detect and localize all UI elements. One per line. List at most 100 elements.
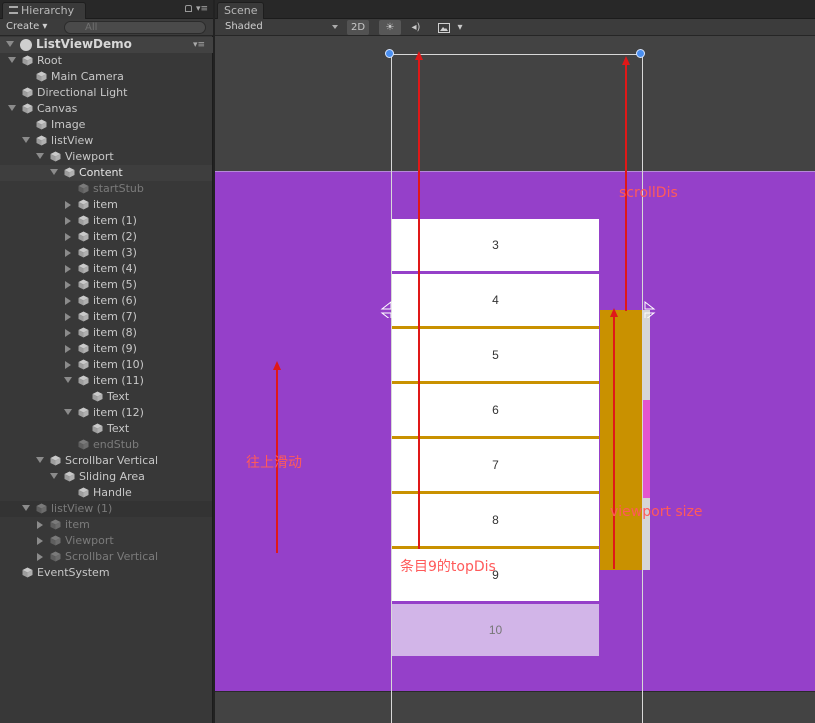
hierarchy-row[interactable]: listView (0, 133, 212, 149)
chevron-down-icon[interactable] (8, 57, 16, 63)
chevron-right-icon[interactable] (37, 521, 43, 529)
hierarchy-row[interactable]: item (0, 517, 212, 533)
chevron-down-icon[interactable] (64, 377, 72, 383)
gameobject-cube-icon (78, 279, 89, 290)
hierarchy-row[interactable]: item (4) (0, 261, 212, 277)
hierarchy-row-label: item (11) (93, 374, 144, 387)
chevron-right-icon[interactable] (65, 345, 71, 353)
anchor-right-icon[interactable] (643, 300, 657, 318)
hierarchy-row[interactable]: item (5) (0, 277, 212, 293)
chevron-right-icon[interactable] (65, 361, 71, 369)
chevron-down-icon[interactable] (36, 457, 44, 463)
hierarchy-row[interactable]: Image (0, 117, 212, 133)
scene-viewport[interactable]: 3 4 5 6 7 8 9 10 scrollDis 往上滑动 viewport… (215, 37, 815, 723)
chevron-down-icon[interactable] (8, 105, 16, 111)
chevron-down-icon[interactable]: ▾ (455, 20, 465, 35)
hierarchy-row-label: item (8) (93, 326, 137, 339)
chevron-down-icon[interactable] (50, 473, 58, 479)
hierarchy-row[interactable]: Text (0, 421, 212, 437)
audio-icon[interactable]: ◂) (406, 20, 426, 35)
chevron-right-icon[interactable] (65, 313, 71, 321)
hierarchy-row[interactable]: Main Camera (0, 69, 212, 85)
hierarchy-row[interactable]: Canvas (0, 101, 212, 117)
viewport-area (600, 310, 642, 570)
gameobject-cube-icon (78, 359, 89, 370)
hierarchy-row[interactable]: item (2) (0, 229, 212, 245)
hierarchy-row-label: Viewport (65, 150, 114, 163)
hierarchy-row-label: item (1) (93, 214, 137, 227)
hierarchy-row-label: Main Camera (51, 70, 124, 83)
hierarchy-row-label: Directional Light (37, 86, 128, 99)
scrollbar-vertical[interactable] (600, 310, 650, 570)
hierarchy-row[interactable]: Text (0, 389, 212, 405)
chevron-down-icon[interactable] (22, 505, 30, 511)
hierarchy-row[interactable]: Directional Light (0, 85, 212, 101)
hierarchy-row[interactable]: endStub (0, 437, 212, 453)
tab-hierarchy[interactable]: Hierarchy (2, 2, 86, 19)
hierarchy-row[interactable]: Handle (0, 485, 212, 501)
hierarchy-row-label: item (6) (93, 294, 137, 307)
gameobject-cube-icon (78, 375, 89, 386)
hierarchy-search-input[interactable]: All (64, 21, 206, 34)
hierarchy-row[interactable]: Content (0, 165, 212, 181)
canvas-bottom-strip (215, 691, 815, 723)
hierarchy-row-label: listView (1) (51, 502, 113, 515)
scene-root-row[interactable]: ListViewDemo ▾≡ (0, 37, 213, 53)
hierarchy-row[interactable]: item (9) (0, 341, 212, 357)
list-item: 6 (392, 384, 599, 436)
hierarchy-row[interactable]: Root (0, 53, 212, 69)
chevron-down-icon[interactable] (6, 41, 14, 47)
hierarchy-row[interactable]: Scrollbar Vertical (0, 549, 212, 565)
hierarchy-row[interactable]: Viewport (0, 149, 212, 165)
lock-icon[interactable] (185, 5, 192, 12)
hierarchy-row-label: item (7) (93, 310, 137, 323)
scene-menu-icon[interactable]: ▾≡ (193, 41, 205, 50)
chevron-right-icon[interactable] (65, 217, 71, 225)
list-item: 5 (392, 329, 599, 381)
chevron-right-icon[interactable] (65, 265, 71, 273)
hierarchy-row[interactable]: item (3) (0, 245, 212, 261)
chevron-down-icon[interactable] (50, 169, 58, 175)
hierarchy-row-label: item (2) (93, 230, 137, 243)
chevron-down-icon[interactable] (36, 153, 44, 159)
chevron-right-icon[interactable] (65, 297, 71, 305)
chevron-right-icon[interactable] (65, 249, 71, 257)
hierarchy-row[interactable]: item (8) (0, 325, 212, 341)
rect-handle[interactable] (636, 49, 645, 58)
hierarchy-row[interactable]: item (0, 197, 212, 213)
scrollbar-handle[interactable] (642, 400, 650, 498)
hierarchy-row[interactable]: Scrollbar Vertical (0, 453, 212, 469)
list-item: 10 (392, 604, 599, 656)
mode-2d-button[interactable]: 2D (347, 20, 369, 35)
rect-handle[interactable] (385, 49, 394, 58)
chevron-right-icon[interactable] (65, 201, 71, 209)
hierarchy-row[interactable]: Sliding Area (0, 469, 212, 485)
anchor-left-icon[interactable] (379, 300, 393, 318)
hierarchy-row[interactable]: startStub (0, 181, 212, 197)
sun-icon[interactable]: ☀ (379, 20, 401, 35)
chevron-right-icon[interactable] (65, 281, 71, 289)
rect-top-edge (390, 54, 642, 55)
list-item: 8 (392, 494, 599, 546)
create-button[interactable]: Create ▾ (6, 20, 47, 34)
chevron-right-icon[interactable] (65, 233, 71, 241)
chevron-down-icon[interactable] (22, 137, 30, 143)
hierarchy-row[interactable]: item (10) (0, 357, 212, 373)
hierarchy-row[interactable]: item (6) (0, 293, 212, 309)
chevron-right-icon[interactable] (37, 537, 43, 545)
hierarchy-row[interactable]: Viewport (0, 533, 212, 549)
hierarchy-row[interactable]: item (1) (0, 213, 212, 229)
panel-menu-icon[interactable]: ▾≡ (196, 5, 208, 14)
hierarchy-row[interactable]: listView (1) (0, 501, 212, 517)
chevron-right-icon[interactable] (65, 329, 71, 337)
hierarchy-row[interactable]: EventSystem (0, 565, 212, 581)
chevron-right-icon[interactable] (37, 553, 43, 561)
tab-scene[interactable]: Scene (217, 2, 264, 19)
hierarchy-row[interactable]: item (12) (0, 405, 212, 421)
image-icon[interactable] (435, 20, 453, 35)
hierarchy-row[interactable]: item (7) (0, 309, 212, 325)
hierarchy-row-label: Canvas (37, 102, 78, 115)
chevron-down-icon[interactable] (64, 409, 72, 415)
shading-mode-dropdown[interactable]: Shaded (225, 20, 263, 34)
hierarchy-row[interactable]: item (11) (0, 373, 212, 389)
